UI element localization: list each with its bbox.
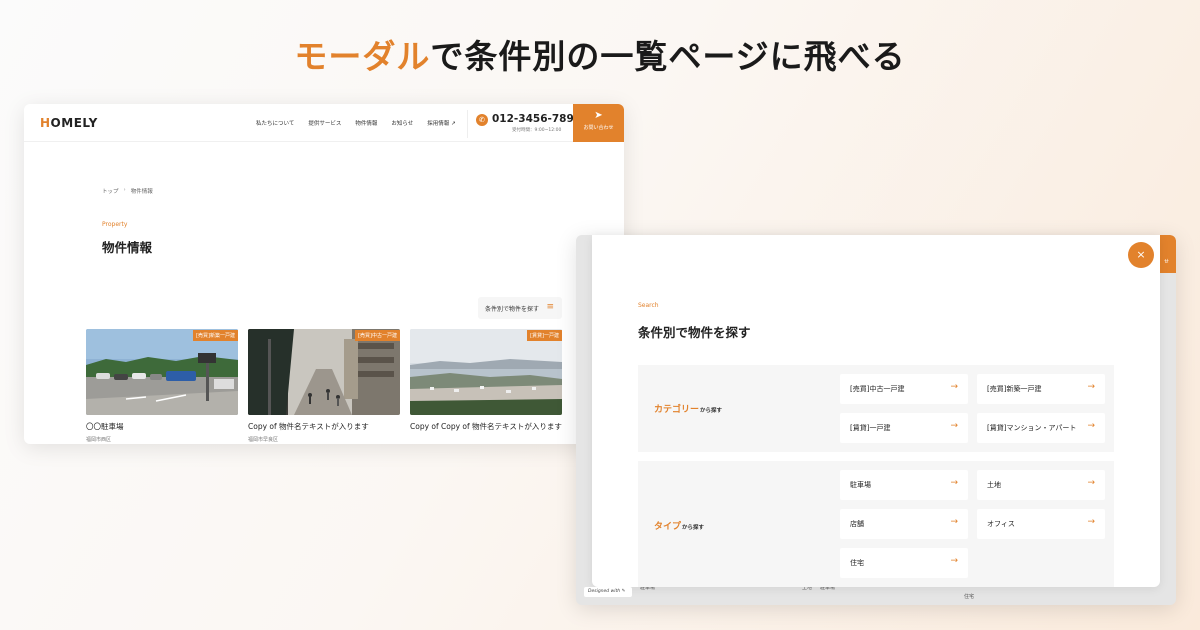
modal-eyebrow: Search bbox=[638, 302, 659, 309]
property-badge: [売買]中古一戸建 bbox=[355, 330, 400, 341]
category-section-label: カテゴリーから探す bbox=[654, 402, 722, 415]
property-badge: [売買]新築一戸建 bbox=[193, 330, 238, 341]
option-label: [売買]新築一戸建 bbox=[987, 385, 1042, 393]
page-title: 物件情報 bbox=[102, 240, 153, 255]
nav-item-recruit[interactable]: 採用情報 ↗ bbox=[427, 119, 455, 127]
nav-item-services[interactable]: 提供サービス bbox=[308, 119, 341, 127]
headline-accent: モーダル bbox=[294, 37, 431, 76]
breadcrumb: トップ › 物件情報 bbox=[102, 187, 153, 195]
nav-item-properties[interactable]: 物件情報 bbox=[355, 119, 377, 127]
logo-first-letter: H bbox=[40, 116, 51, 130]
category-option-used-house[interactable]: [売買]中古一戸建 → bbox=[840, 374, 968, 404]
property-badge: [賃貸]一戸建 bbox=[527, 330, 562, 341]
property-card[interactable]: [売買]中古一戸建 Copy of 物件名テキストが入ります 福岡市早良区 bbox=[248, 329, 400, 443]
property-title[interactable]: Copy of Copy of 物件名テキストが入ります bbox=[410, 422, 562, 432]
filter-search-label: 条件別で物件を探す bbox=[485, 306, 540, 313]
parking-photo bbox=[86, 329, 238, 415]
arrow-right-icon: → bbox=[1087, 478, 1095, 488]
phone-icon: ✆ bbox=[476, 114, 488, 126]
modal-title: 条件別で物件を探す bbox=[638, 325, 751, 340]
street-photo bbox=[248, 329, 400, 415]
global-nav: 私たちについて 提供サービス 物件情報 お知らせ 採用情報 ↗ bbox=[256, 119, 470, 127]
category-section: カテゴリーから探す [売買]中古一戸建 → [売買]新築一戸建 → [賃貸]一戸… bbox=[638, 365, 1114, 452]
type-option-land[interactable]: 土地 → bbox=[977, 470, 1105, 500]
search-modal: Search 条件別で物件を探す カテゴリーから探す [売買]中古一戸建 → [… bbox=[592, 235, 1160, 587]
filter-icon: ≡ bbox=[546, 302, 554, 312]
backdrop-ghost-corner: せ bbox=[1164, 259, 1170, 265]
coast-photo bbox=[410, 329, 562, 415]
option-label: 店舗 bbox=[850, 520, 864, 528]
nav-divider bbox=[467, 110, 468, 138]
arrow-right-icon: → bbox=[950, 478, 958, 488]
logo-rest: OMELY bbox=[50, 116, 98, 130]
option-label: [売買]中古一戸建 bbox=[850, 385, 905, 393]
property-card[interactable]: [売買]新築一戸建 〇〇駐車場 福岡市西区 bbox=[86, 329, 238, 443]
property-area: 福岡市西区 bbox=[86, 437, 112, 443]
tel-number[interactable]: 012-3456-7890 bbox=[492, 113, 581, 125]
option-label: [賃貸]マンション・アパート bbox=[987, 424, 1077, 432]
property-card[interactable]: [賃貸]一戸建 Copy of Copy of 物件名テキストが入ります bbox=[410, 329, 562, 436]
site-header: HOMELY 私たちについて 提供サービス 物件情報 お知らせ 採用情報 ↗ ✆… bbox=[24, 104, 624, 142]
arrow-right-icon: → bbox=[950, 556, 958, 566]
arrow-right-icon: → bbox=[950, 421, 958, 431]
headline: モーダルで条件別の一覧ページに飛べる bbox=[0, 30, 1200, 78]
property-photo-parking: [売買]新築一戸建 bbox=[86, 329, 238, 415]
option-label: 土地 bbox=[987, 481, 1001, 489]
contact-button-label: お問い合わせ bbox=[583, 125, 614, 131]
close-icon: × bbox=[1136, 248, 1146, 261]
arrow-right-icon: → bbox=[950, 517, 958, 527]
property-photo-coast: [賃貸]一戸建 bbox=[410, 329, 562, 415]
category-option-new-house[interactable]: [売買]新築一戸建 → bbox=[977, 374, 1105, 404]
page-eyebrow: Property bbox=[102, 221, 128, 228]
category-label: カテゴリー bbox=[654, 405, 700, 415]
breadcrumb-current: 物件情報 bbox=[130, 189, 153, 195]
property-title[interactable]: Copy of 物件名テキストが入ります bbox=[248, 422, 400, 432]
nav-item-about[interactable]: 私たちについて bbox=[256, 119, 294, 127]
breadcrumb-home[interactable]: トップ bbox=[102, 187, 119, 195]
type-option-shop[interactable]: 店舗 → bbox=[840, 509, 968, 539]
arrow-right-icon: → bbox=[1087, 517, 1095, 527]
property-photo-street: [売買]中古一戸建 bbox=[248, 329, 400, 415]
headline-rest: で条件別の一覧ページに飛べる bbox=[430, 37, 906, 76]
category-option-rental-house[interactable]: [賃貸]一戸建 → bbox=[840, 413, 968, 443]
type-section: タイプから探す 駐車場 → 土地 → 店舗 → オフィス → 住宅 → bbox=[638, 461, 1114, 587]
option-label: [賃貸]一戸建 bbox=[850, 424, 891, 432]
type-option-parking[interactable]: 駐車場 → bbox=[840, 470, 968, 500]
category-label-suffix: から探す bbox=[700, 408, 723, 414]
arrow-right-icon: → bbox=[950, 382, 958, 392]
designed-with-badge[interactable]: Designed with ✎ bbox=[584, 587, 632, 597]
contact-button[interactable]: ➤ お問い合わせ bbox=[573, 104, 624, 142]
arrow-right-icon: → bbox=[1087, 421, 1095, 431]
type-label-suffix: から探す bbox=[682, 525, 705, 531]
type-option-office[interactable]: オフィス → bbox=[977, 509, 1105, 539]
tel-hours: 受付時間：9:00~12:00 bbox=[512, 128, 562, 133]
paper-plane-icon: ➤ bbox=[594, 110, 603, 121]
filter-search-button[interactable]: 条件別で物件を探す ≡ bbox=[478, 297, 562, 319]
type-section-label: タイプから探す bbox=[654, 519, 704, 532]
modal-close-button[interactable]: × bbox=[1128, 242, 1154, 268]
option-label: 駐車場 bbox=[850, 481, 871, 489]
arrow-right-icon: → bbox=[1087, 382, 1095, 392]
nav-item-news[interactable]: お知らせ bbox=[391, 119, 413, 127]
backdrop-ghost-housing: 住宅 bbox=[964, 594, 975, 600]
category-option-rental-apartment[interactable]: [賃貸]マンション・アパート → bbox=[977, 413, 1105, 443]
option-label: 住宅 bbox=[850, 559, 864, 567]
logo[interactable]: HOMELY bbox=[40, 116, 98, 130]
property-area: 福岡市早良区 bbox=[248, 437, 279, 443]
type-option-housing[interactable]: 住宅 → bbox=[840, 548, 968, 578]
type-label: タイプ bbox=[654, 522, 682, 532]
option-label: オフィス bbox=[987, 520, 1015, 528]
property-title[interactable]: 〇〇駐車場 bbox=[86, 422, 238, 432]
property-list-window: HOMELY 私たちについて 提供サービス 物件情報 お知らせ 採用情報 ↗ ✆… bbox=[24, 104, 624, 444]
breadcrumb-separator: › bbox=[123, 187, 126, 193]
